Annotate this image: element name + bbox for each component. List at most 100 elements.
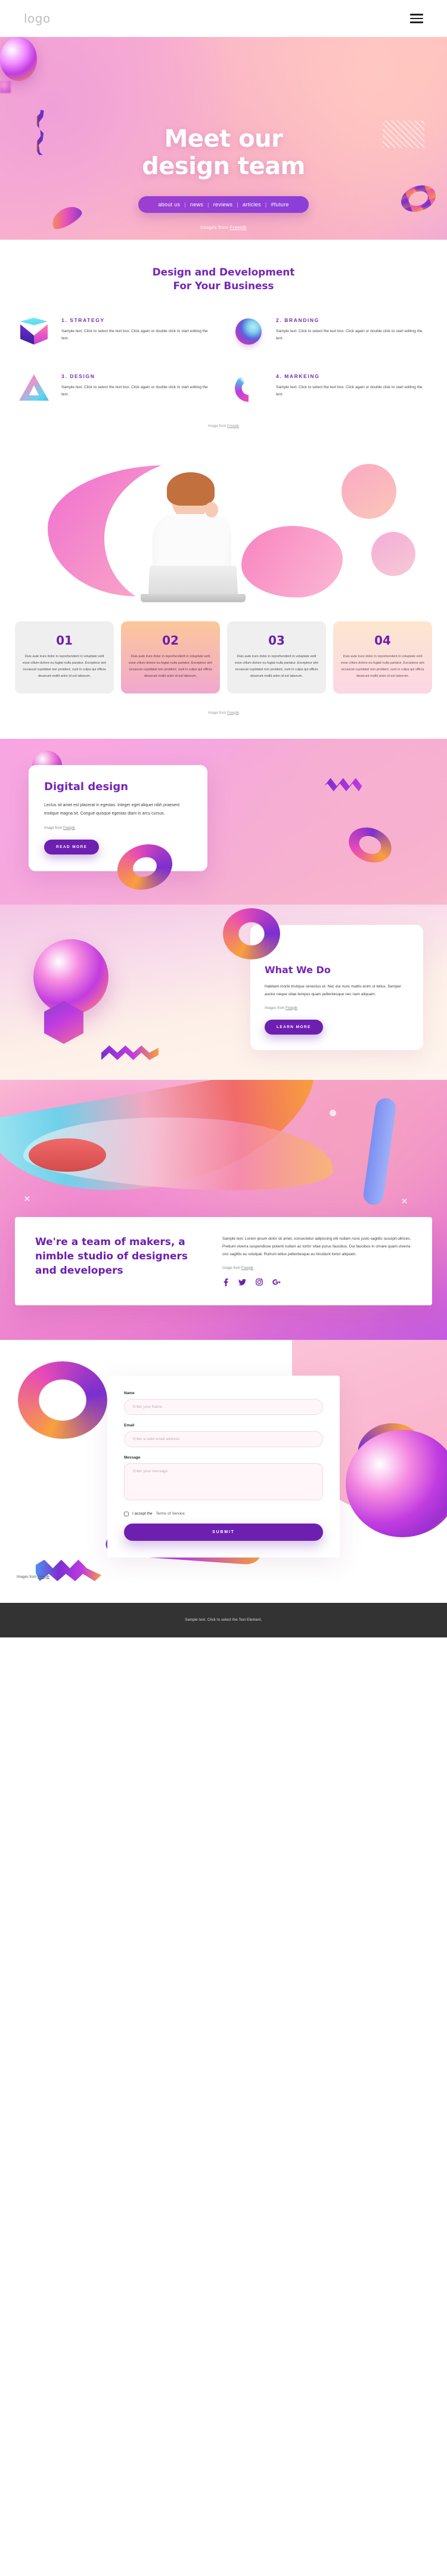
makers-body: Sample text. Lorem ipsum dolor sit amet,… [222,1236,411,1256]
cube-icon [15,314,53,351]
card-text: Duis aute irure dolor in reprehenderit i… [341,654,424,679]
digital-design-card: Digital design Lectus sit amet est place… [29,764,207,871]
hero-title-line-1: Meet our [164,125,283,153]
hero-nav-item-articles[interactable]: articles [238,202,265,208]
hero-title: Meet our design team [0,125,447,181]
hero-sphere-decoration [0,37,37,81]
services-credit-prefix: Image from [207,424,227,428]
instagram-icon[interactable] [256,1278,263,1286]
services-grid: 1. STRATEGY Sample text. Click to select… [15,314,432,407]
team-member-photo [137,472,262,612]
what-we-do-body: Habitant morbi tristique senectus et. Ne… [265,984,402,996]
service-item-strategy: 1. STRATEGY Sample text. Click to select… [15,314,218,351]
circle-decoration-top [342,463,396,519]
services-title-line-1: Design and Development [152,267,295,278]
digital-design-section: Digital design Lectus sit amet est place… [0,739,447,905]
terms-prefix: I accept the [132,1512,153,1516]
terms-checkbox[interactable] [124,1511,129,1516]
cylinder-decoration [362,1097,398,1206]
hero-content: Meet our design team about us | news | r… [0,93,447,230]
numbered-cards-grid: 01 Duis aute irure dolor in reprehenderi… [15,621,432,693]
card-text: Duis aute irure dolor in reprehenderit i… [23,654,106,679]
card-text: Duis aute irure dolor in reprehenderit i… [129,654,212,679]
twitter-icon[interactable] [238,1278,246,1286]
hero-image-credit: Images from Freepik [0,225,447,230]
card-text: Duis aute irure dolor in reprehenderit i… [235,654,318,679]
site-footer: Sample text. Click to select the Text El… [0,1602,447,1637]
service-heading: 2. BRANDING [276,317,319,323]
message-textarea[interactable] [124,1463,323,1500]
team-section: 01 Duis aute irure dolor in reprehenderi… [0,448,447,739]
service-heading: 3. DESIGN [61,373,95,379]
circle-decoration-bottom [371,531,415,576]
terms-of-service-link[interactable]: Terms of Service [156,1512,185,1516]
makers-heading-column: We're a team of makers, a nimble studio … [35,1235,202,1286]
site-logo[interactable]: logo [24,11,51,26]
form-credit-link[interactable]: Freepik [38,1575,49,1579]
hero-nav-item-about-us[interactable]: about us [154,202,184,208]
services-title: Design and Development For Your Business [0,266,447,293]
service-item-design: 3. DESIGN Sample text. Click to select t… [15,370,218,407]
hero-section: Meet our design team about us | news | r… [0,37,447,240]
what-we-do-image-credit: Images from Freepik [265,1007,409,1010]
makers-credit-prefix: Image from [222,1266,242,1270]
service-heading: 1. STRATEGY [61,317,105,323]
service-item-marketing: 4. MARKEING Sample text. Click to select… [229,369,432,407]
message-label: Message [124,1455,141,1460]
sphere-icon [229,314,268,351]
ring-decoration [223,908,280,959]
wave-decoration [101,1045,159,1060]
what-we-do-credit-prefix: Images from [265,1006,286,1010]
contact-form-card: Name Email Message I accept the Terms of… [107,1375,340,1558]
email-field-group: Email [124,1423,323,1447]
arc-icon [229,369,268,407]
landing-page: logo Meet our design team about us | new… [0,0,447,1637]
learn-more-button[interactable]: LEARN MORE [265,1019,323,1035]
service-body: Sample text. Click to select the text bo… [61,329,208,340]
hero-credit-prefix: Images from [200,224,230,230]
digital-credit-link[interactable]: Freepik [63,826,75,830]
service-body: Sample text. Click to select the text bo… [276,329,423,340]
cross-decoration: ✕ [24,1194,30,1203]
read-more-button[interactable]: READ MORE [44,839,100,854]
team-credit-prefix: Image from [207,711,227,715]
services-credit-link[interactable]: Freepik [227,425,239,428]
email-input[interactable] [124,1431,323,1447]
numbered-card: 01 Duis aute irure dolor in reprehenderi… [15,621,114,693]
service-body: Sample text. Click to select the text bo… [276,385,423,397]
ring-decoration [18,1361,107,1439]
numbered-card: 03 Duis aute irure dolor in reprehenderi… [227,621,326,693]
what-we-do-credit-link[interactable]: Freepik [285,1007,297,1010]
hamburger-menu-icon[interactable] [410,14,423,23]
googleplus-icon[interactable] [272,1278,281,1286]
email-label: Email [124,1423,135,1428]
makers-credit-link[interactable]: Freepik [241,1267,253,1270]
name-input[interactable] [124,1398,323,1415]
team-credit-link[interactable]: Freepik [227,711,239,715]
hero-title-line-2: design team [142,153,305,181]
service-heading: 4. MARKEING [276,373,320,379]
numbered-card: 02 Duis aute irure dolor in reprehenderi… [121,621,220,693]
dot-decoration [330,1109,336,1116]
ring-decoration [343,821,397,869]
name-label: Name [124,1391,135,1395]
submit-button[interactable]: SUBMIT [124,1523,323,1541]
hero-nav-item-future[interactable]: #future [267,202,293,208]
services-section: Design and Development For Your Business… [0,240,447,448]
hero-nav-separator: | [207,201,209,208]
services-title-line-2: For Your Business [173,280,274,292]
hero-nav-item-news[interactable]: news [186,202,207,208]
digital-image-credit: Image from Freepik [44,826,192,830]
hero-credit-link[interactable]: Freepik [230,225,247,230]
service-item-branding: 2. BRANDING Sample text. Click to select… [229,314,432,351]
facebook-icon[interactable] [222,1278,229,1286]
hero-nav-item-reviews[interactable]: reviews [209,202,237,208]
team-illustration [15,454,432,615]
hamburger-line [410,17,423,20]
digital-credit-prefix: Image from [44,826,64,830]
contact-form-section: Name Email Message I accept the Terms of… [0,1339,447,1603]
makers-title: We're a team of makers, a nimble studio … [35,1236,188,1277]
social-links [222,1278,412,1286]
terms-acceptance-row: I accept the Terms of Service [124,1511,323,1516]
message-field-group: Message [124,1456,323,1503]
